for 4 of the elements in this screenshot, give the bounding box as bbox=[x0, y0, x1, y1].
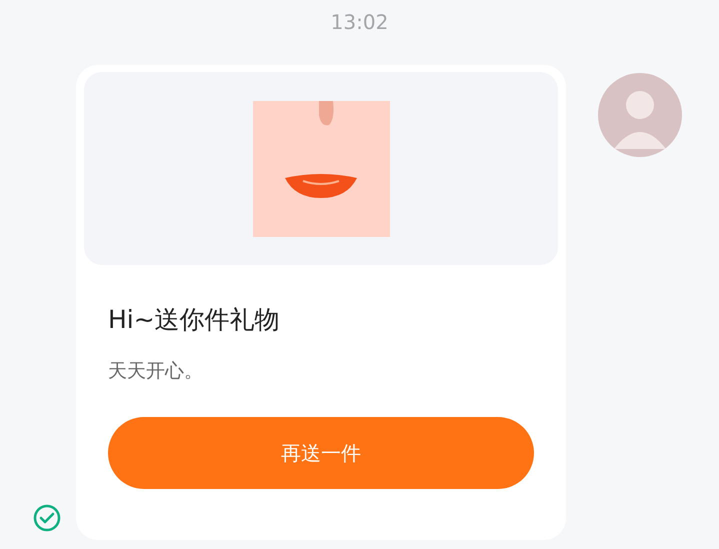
send-again-button[interactable]: 再送一件 bbox=[108, 417, 534, 489]
card-title: Hi~送你件礼物 bbox=[108, 304, 281, 336]
card-message: 天天开心。 bbox=[108, 359, 204, 384]
message-time: 13:02 bbox=[330, 10, 388, 34]
